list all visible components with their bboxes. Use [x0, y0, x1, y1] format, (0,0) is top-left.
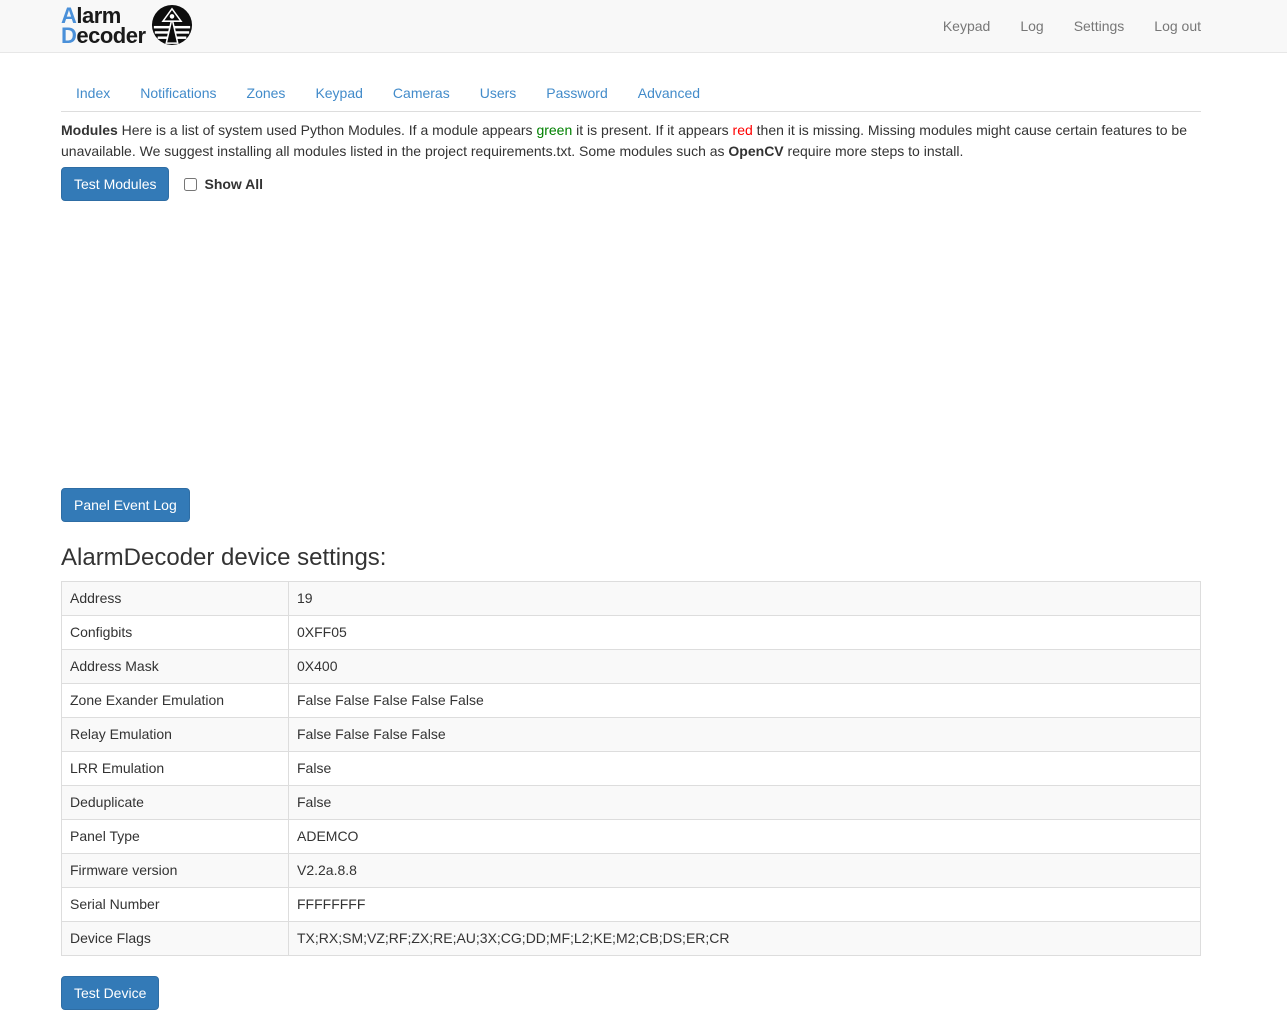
modules-intro-red-word: red [733, 122, 753, 138]
row-label: Relay Emulation [62, 718, 289, 752]
table-row: Firmware version V2.2a.8.8 [62, 854, 1201, 888]
tab-notifications-link[interactable]: Notifications [125, 75, 231, 111]
brand-word-decoder: ecoder [76, 23, 145, 48]
table-row: Serial Number FFFFFFFF [62, 888, 1201, 922]
tab-notifications[interactable]: Notifications [125, 75, 231, 111]
row-label: Configbits [62, 616, 289, 650]
tab-index[interactable]: Index [61, 75, 125, 111]
tab-advanced-link[interactable]: Advanced [623, 75, 715, 111]
row-value: False [289, 752, 1201, 786]
tab-zones[interactable]: Zones [232, 75, 301, 111]
show-all-label-text: Show All [204, 176, 263, 192]
tab-keypad-link[interactable]: Keypad [300, 75, 377, 111]
tab-cameras[interactable]: Cameras [378, 75, 465, 111]
module-results-area [61, 201, 1201, 488]
row-label: LRR Emulation [62, 752, 289, 786]
row-label: Panel Type [62, 820, 289, 854]
header-nav-keypad[interactable]: Keypad [928, 3, 1005, 49]
header-nav-settings[interactable]: Settings [1059, 3, 1140, 49]
row-value: 0X400 [289, 650, 1201, 684]
panel-event-log-button[interactable]: Panel Event Log [61, 488, 190, 522]
row-label: Firmware version [62, 854, 289, 888]
tab-password[interactable]: Password [531, 75, 622, 111]
tab-password-link[interactable]: Password [531, 75, 622, 111]
device-settings-table: Address 19 Configbits 0XFF05 Address Mas… [61, 581, 1201, 956]
tab-cameras-link[interactable]: Cameras [378, 75, 465, 111]
modules-intro-text4: require more steps to install. [784, 143, 964, 159]
table-row: Configbits 0XFF05 [62, 616, 1201, 650]
row-label: Address Mask [62, 650, 289, 684]
row-label: Deduplicate [62, 786, 289, 820]
alarmdecoder-brand[interactable]: Alarm Decoder [61, 4, 193, 49]
table-row: Zone Exander Emulation False False False… [62, 684, 1201, 718]
tab-users[interactable]: Users [465, 75, 532, 111]
header-nav-logout[interactable]: Log out [1139, 3, 1201, 49]
test-device-row: Test Device [61, 976, 1201, 1010]
row-label: Address [62, 582, 289, 616]
top-navbar: Alarm Decoder Keypad Log [0, 0, 1287, 53]
show-all-label[interactable]: Show All [184, 176, 263, 192]
main-content: Index Notifications Zones Keypad Cameras… [61, 75, 1201, 1010]
table-row: Relay Emulation False False False False [62, 718, 1201, 752]
table-row: LRR Emulation False [62, 752, 1201, 786]
tab-index-link[interactable]: Index [61, 75, 125, 111]
row-value: False False False False [289, 718, 1201, 752]
table-row: Address Mask 0X400 [62, 650, 1201, 684]
table-row: Address 19 [62, 582, 1201, 616]
brand-letter-d: D [61, 23, 76, 48]
alarmdecoder-logo-icon [151, 4, 193, 49]
row-value: FFFFFFFF [289, 888, 1201, 922]
table-row: Device Flags TX;RX;SM;VZ;RF;ZX;RE;AU;3X;… [62, 922, 1201, 956]
row-value: False [289, 786, 1201, 820]
test-device-button[interactable]: Test Device [61, 976, 159, 1010]
row-value: 19 [289, 582, 1201, 616]
modules-intro-opencv-bold: OpenCV [728, 143, 783, 159]
row-value: 0XFF05 [289, 616, 1201, 650]
test-modules-button[interactable]: Test Modules [61, 167, 169, 201]
header-nav: Keypad Log Settings Log out [928, 3, 1201, 49]
row-value: ADEMCO [289, 820, 1201, 854]
row-value: TX;RX;SM;VZ;RF;ZX;RE;AU;3X;CG;DD;MF;L2;K… [289, 922, 1201, 956]
modules-intro-bold: Modules [61, 122, 118, 138]
device-settings-heading: AlarmDecoder device settings: [61, 544, 1201, 572]
table-row: Deduplicate False [62, 786, 1201, 820]
row-label: Serial Number [62, 888, 289, 922]
row-value: False False False False False [289, 684, 1201, 718]
show-all-checkbox[interactable] [184, 178, 197, 191]
tab-zones-link[interactable]: Zones [232, 75, 301, 111]
row-label: Device Flags [62, 922, 289, 956]
modules-intro-paragraph: Modules Here is a list of system used Py… [61, 120, 1201, 162]
row-label: Zone Exander Emulation [62, 684, 289, 718]
modules-intro-green-word: green [536, 122, 572, 138]
tab-advanced[interactable]: Advanced [623, 75, 715, 111]
brand-wordmark: Alarm Decoder [61, 6, 146, 46]
panel-event-log-row: Panel Event Log [61, 488, 1201, 522]
table-row: Panel Type ADEMCO [62, 820, 1201, 854]
settings-tab-bar: Index Notifications Zones Keypad Cameras… [61, 75, 1201, 112]
modules-intro-text1: Here is a list of system used Python Mod… [118, 122, 537, 138]
modules-intro-text2: it is present. If it appears [572, 122, 732, 138]
row-value: V2.2a.8.8 [289, 854, 1201, 888]
modules-controls-row: Test Modules Show All [61, 167, 1201, 201]
tab-keypad[interactable]: Keypad [300, 75, 377, 111]
tab-users-link[interactable]: Users [465, 75, 532, 111]
header-nav-log[interactable]: Log [1005, 3, 1058, 49]
